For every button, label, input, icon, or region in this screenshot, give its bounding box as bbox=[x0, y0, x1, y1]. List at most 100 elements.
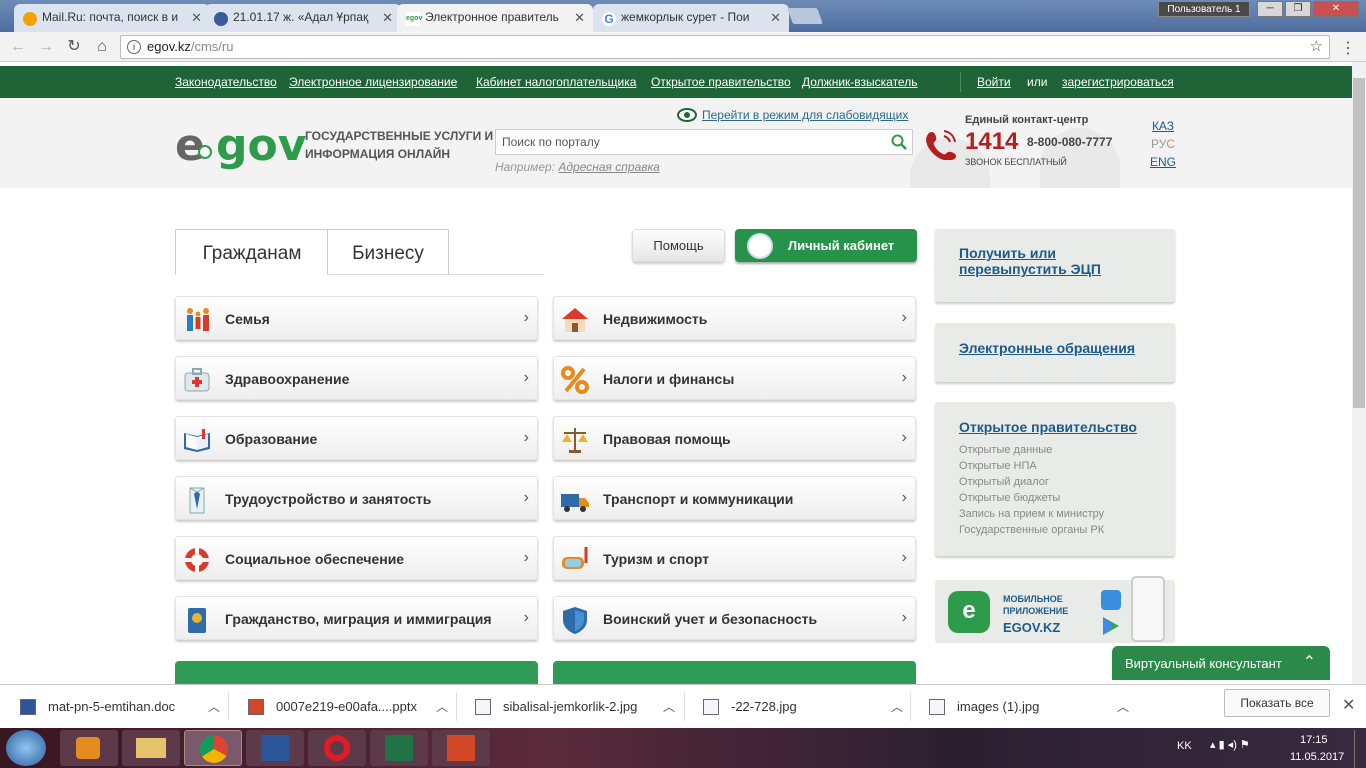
download-filename: mat-pn-5-emtihan.doc bbox=[48, 699, 176, 714]
lang-eng[interactable]: ENG bbox=[1150, 155, 1176, 169]
search-input[interactable]: Поиск по порталу bbox=[495, 129, 913, 155]
info-icon[interactable]: i bbox=[127, 40, 141, 54]
open-gov-item[interactable]: Государственные органы РК bbox=[959, 524, 1104, 536]
google-play-icon[interactable] bbox=[1102, 616, 1120, 636]
show-desktop-button[interactable] bbox=[1354, 730, 1366, 768]
nav-taxpayer[interactable]: Кабинет налогоплательщика bbox=[476, 75, 636, 89]
example-link[interactable]: Адресная справка bbox=[558, 160, 659, 174]
open-gov-item[interactable]: Открытый диалог bbox=[959, 476, 1049, 488]
open-gov-item[interactable]: Открытые НПА bbox=[959, 460, 1037, 472]
chrome-icon[interactable] bbox=[184, 730, 242, 766]
chevron-up-icon[interactable]: ︿ bbox=[663, 697, 675, 717]
scrollbar-thumb[interactable] bbox=[1353, 78, 1365, 408]
close-icon[interactable]: ✕ bbox=[191, 10, 202, 26]
lang-kaz[interactable]: КАЗ bbox=[1150, 119, 1176, 133]
close-icon[interactable]: ✕ bbox=[574, 10, 585, 26]
tab-citizens[interactable]: Гражданам bbox=[175, 229, 329, 275]
maximize-button[interactable]: ❐ bbox=[1285, 1, 1311, 17]
download-filename: images (1).jpg bbox=[957, 699, 1040, 714]
category-family[interactable]: Семья › bbox=[175, 296, 538, 340]
tab-business[interactable]: Бизнесу bbox=[327, 229, 449, 275]
download-item[interactable]: -22-728.jpg ︿ bbox=[703, 697, 903, 717]
nav-open-gov[interactable]: Открытое правительство bbox=[651, 75, 791, 89]
eye-icon[interactable] bbox=[677, 108, 697, 122]
category-taxes[interactable]: Налоги и финансы › bbox=[553, 356, 916, 400]
login-link[interactable]: Войти bbox=[977, 75, 1011, 89]
page-scrollbar[interactable] bbox=[1352, 62, 1366, 684]
divider bbox=[228, 693, 229, 721]
close-icon[interactable]: ✕ bbox=[770, 10, 781, 26]
category-tourism[interactable]: Туризм и спорт › bbox=[553, 536, 916, 580]
shirt-tie-icon bbox=[189, 487, 205, 514]
open-gov-item[interactable]: Открытые бюджеты bbox=[959, 492, 1060, 504]
browser-tab-egov[interactable]: egov Электронное правитель ✕ bbox=[397, 4, 593, 32]
appeals-link[interactable]: Электронные обращения bbox=[959, 340, 1135, 356]
forward-icon[interactable]: → bbox=[36, 37, 56, 57]
window-close-button[interactable]: ✕ bbox=[1313, 1, 1359, 17]
search-icon[interactable] bbox=[891, 134, 907, 150]
chevron-up-icon[interactable]: ︿ bbox=[1117, 697, 1129, 717]
download-item[interactable]: 0007e219-e00afa....pptx ︿ bbox=[248, 697, 448, 717]
opera-icon[interactable] bbox=[308, 730, 366, 766]
category-employment[interactable]: Трудоустройство и занятость › bbox=[175, 476, 538, 520]
download-item[interactable]: images (1).jpg ︿ bbox=[929, 697, 1129, 717]
powerpoint-icon[interactable] bbox=[432, 730, 490, 766]
new-tab-button[interactable] bbox=[787, 8, 823, 24]
personal-cabinet-button[interactable]: Личный кабинет bbox=[735, 229, 917, 262]
download-item[interactable]: sibalisal-jemkorlik-2.jpg ︿ bbox=[475, 697, 675, 717]
clock-time[interactable]: 17:15 bbox=[1300, 734, 1328, 746]
word-icon[interactable] bbox=[246, 730, 304, 766]
open-gov-item[interactable]: Открытые данные bbox=[959, 444, 1052, 456]
mobile-app-box[interactable]: e МОБИЛЬНОЕ ПРИЛОЖЕНИЕ EGOV.KZ bbox=[935, 576, 1175, 643]
category-label: Трудоустройство и занятость bbox=[225, 491, 432, 507]
show-all-downloads-button[interactable]: Показать все bbox=[1224, 689, 1330, 717]
logo-gov[interactable]: gov bbox=[216, 120, 306, 171]
close-icon[interactable]: ✕ bbox=[1342, 695, 1355, 715]
category-citizenship[interactable]: Гражданство, миграция и иммиграция › bbox=[175, 596, 538, 640]
category-transport[interactable]: Транспорт и коммуникации › bbox=[553, 476, 916, 520]
category-social[interactable]: Социальное обеспечение › bbox=[175, 536, 538, 580]
excel-icon[interactable] bbox=[370, 730, 428, 766]
explorer-icon[interactable] bbox=[122, 730, 180, 766]
ecp-link[interactable]: Получить или перевыпустить ЭЦП bbox=[959, 245, 1139, 277]
nav-licensing[interactable]: Электронное лицензирование bbox=[289, 75, 457, 89]
back-icon[interactable]: ← bbox=[8, 37, 28, 57]
register-link[interactable]: зарегистрироваться bbox=[1062, 75, 1174, 89]
download-item[interactable]: mat-pn-5-emtihan.doc ︿ bbox=[20, 697, 220, 717]
phone-mockup-icon bbox=[1131, 576, 1165, 642]
category-realty[interactable]: Недвижимость › bbox=[553, 296, 916, 340]
home-icon[interactable]: ⌂ bbox=[92, 37, 112, 57]
keyboard-language[interactable]: KK bbox=[1177, 740, 1192, 752]
open-gov-link[interactable]: Открытое правительство bbox=[959, 419, 1137, 435]
chevron-up-icon[interactable]: ︿ bbox=[436, 697, 448, 717]
close-icon[interactable]: ✕ bbox=[382, 10, 393, 26]
browser-tab-mail[interactable]: Mail.Ru: почта, поиск в и ✕ bbox=[14, 4, 210, 32]
media-player-icon[interactable] bbox=[60, 730, 118, 766]
contact-center-title: Единый контакт-центр bbox=[965, 114, 1089, 126]
chevron-right-icon: › bbox=[523, 489, 529, 506]
profile-badge[interactable]: Пользователь 1 bbox=[1158, 1, 1250, 17]
nav-legislation[interactable]: Законодательство bbox=[175, 75, 277, 89]
category-education[interactable]: Образование › bbox=[175, 416, 538, 460]
low-vision-link[interactable]: Перейти в режим для слабовидящих bbox=[702, 108, 908, 122]
category-military[interactable]: Воинский учет и безопасность › bbox=[553, 596, 916, 640]
menu-icon[interactable]: ⋮ bbox=[1340, 38, 1356, 58]
clock-date[interactable]: 11.05.2017 bbox=[1290, 751, 1344, 763]
browser-tab-adal[interactable]: 21.01.17 ж. «Адал Ұрпақ ✕ bbox=[205, 4, 401, 32]
tray-icons[interactable]: ▴ ▮ ◂) ⚑ bbox=[1210, 738, 1250, 751]
open-gov-item[interactable]: Запись на прием к министру bbox=[959, 508, 1104, 520]
chevron-up-icon[interactable]: ︿ bbox=[208, 697, 220, 717]
app-store-icon[interactable] bbox=[1101, 590, 1121, 610]
start-button[interactable] bbox=[6, 730, 46, 766]
help-button[interactable]: Помощь bbox=[632, 229, 725, 262]
url-field[interactable]: i egov.kz/cms/ru ☆ bbox=[120, 35, 1330, 59]
minimize-button[interactable]: ─ bbox=[1257, 1, 1283, 17]
reload-icon[interactable]: ↻ bbox=[64, 37, 84, 57]
bookmark-star-icon[interactable]: ☆ bbox=[1310, 36, 1323, 58]
virtual-consultant-button[interactable]: Виртуальный консультант ⌃ bbox=[1112, 646, 1330, 680]
browser-tab-google[interactable]: G жемкорлык сурет - Пои ✕ bbox=[593, 4, 789, 32]
chevron-up-icon[interactable]: ︿ bbox=[891, 697, 903, 717]
category-legal[interactable]: Правовая помощь › bbox=[553, 416, 916, 460]
nav-debtor[interactable]: Должник-взыскатель bbox=[802, 75, 917, 89]
category-healthcare[interactable]: Здравоохранение › bbox=[175, 356, 538, 400]
